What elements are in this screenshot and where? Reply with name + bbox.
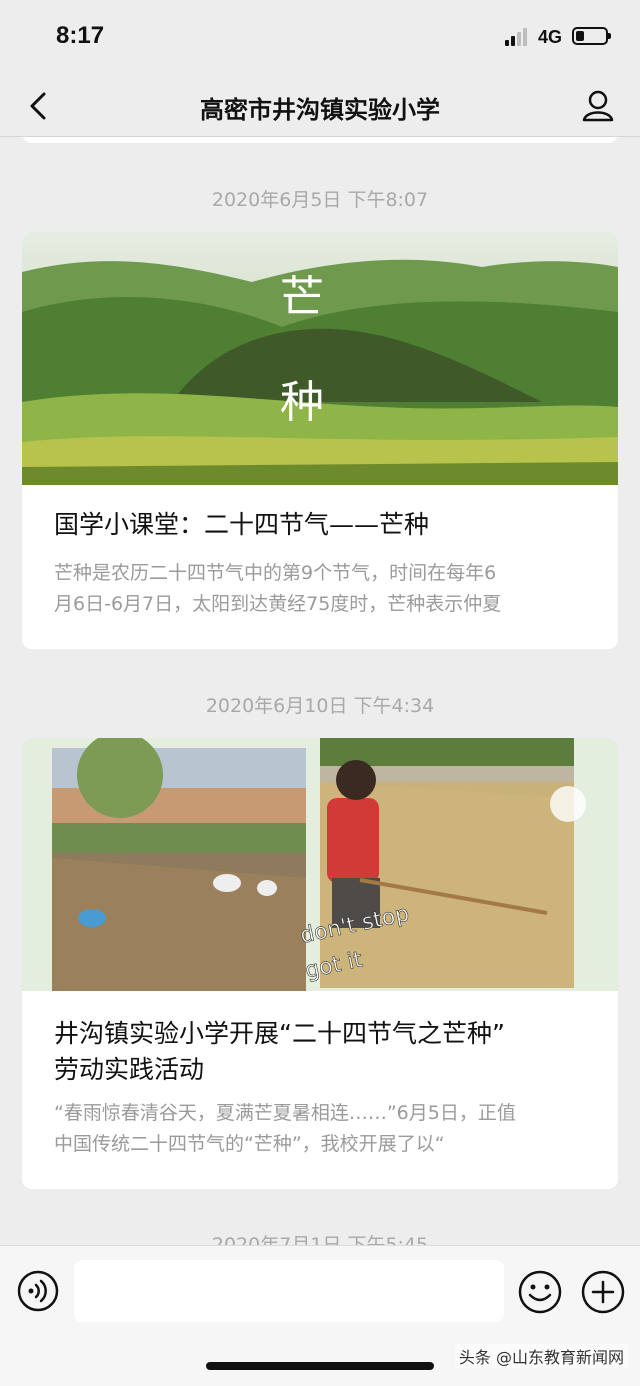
voice-icon <box>17 1270 59 1312</box>
article-card[interactable]: don't stop got it 井沟镇实验小学开展“二十四节气之芒种” 劳动… <box>22 738 618 1189</box>
watermark: 头条 @山东教育新闻网 <box>454 1344 628 1368</box>
previous-article-card[interactable] <box>22 137 618 143</box>
article-summary: “春雨惊春清谷天，夏满芒夏暑相连……”6月5日，正值 中国传统二十四节气的“芒种… <box>54 1102 516 1155</box>
status-time: 8:17 <box>56 22 105 49</box>
cover-text: 种 <box>280 377 324 428</box>
timestamp: 2020年6月5日 下午8:07 <box>211 189 429 211</box>
network-type: 4G <box>538 27 563 47</box>
message-feed[interactable]: 2020年6月5日 下午8:07 芒 种 国学小课堂：二十四节气——芒种 芒种是… <box>0 137 640 1245</box>
cover-text: 芒 <box>280 272 324 323</box>
battery-icon <box>572 27 611 45</box>
voice-input-button[interactable] <box>16 1269 60 1313</box>
article-cover-image: don't stop got it <box>22 738 618 991</box>
more-options-button[interactable] <box>580 1269 626 1315</box>
message-input[interactable] <box>74 1260 504 1322</box>
emoji-icon <box>518 1270 562 1314</box>
page-title: 高密市井沟镇实验小学 <box>200 96 440 124</box>
plus-icon <box>581 1270 625 1314</box>
home-indicator[interactable] <box>206 1362 434 1370</box>
nav-bar: 高密市井沟镇实验小学 <box>0 78 640 137</box>
status-bar: 8:17 4G <box>0 0 640 78</box>
input-bar: 头条 @山东教育新闻网 <box>0 1245 640 1386</box>
article-title: 井沟镇实验小学开展“二十四节气之芒种” 劳动实践活动 <box>54 1019 505 1084</box>
emoji-button[interactable] <box>517 1269 563 1315</box>
timestamp: 2020年7月1日 下午5:45 <box>211 1234 429 1245</box>
article-title: 国学小课堂：二十四节气——芒种 <box>54 510 430 539</box>
article-cover-image: 芒 种 <box>22 232 618 485</box>
timestamp: 2020年6月10日 下午4:34 <box>205 695 435 717</box>
profile-icon[interactable] <box>578 86 618 126</box>
cellular-signal-icon <box>505 28 531 46</box>
article-card[interactable]: 芒 种 国学小课堂：二十四节气——芒种 芒种是农历二十四节气中的第9个节气，时间… <box>22 232 618 649</box>
article-summary: 芒种是农历二十四节气中的第9个节气，时间在每年6 月6日-6月7日，太阳到达黄经… <box>54 562 502 615</box>
